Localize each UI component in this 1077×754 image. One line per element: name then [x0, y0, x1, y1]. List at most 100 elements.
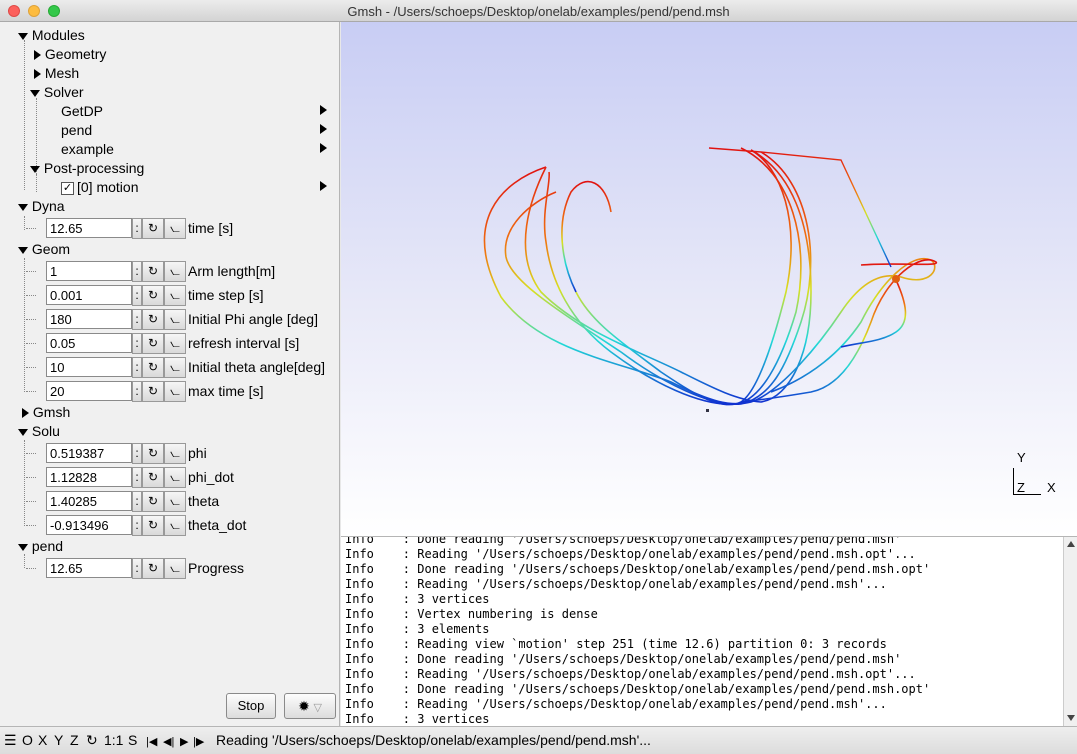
- collapsed-triangle-icon[interactable]: [34, 69, 41, 80]
- loop-icon[interactable]: ↻: [142, 491, 164, 512]
- loop-icon[interactable]: ↻: [142, 261, 164, 282]
- loop-icon[interactable]: ↻: [142, 443, 164, 464]
- graph-icon[interactable]: ⦦: [164, 261, 186, 282]
- view-x-button[interactable]: X: [38, 732, 47, 748]
- example-submenu-arrow-icon[interactable]: [320, 143, 327, 153]
- run-options-button[interactable]: ✹ ▽: [284, 693, 336, 719]
- scroll-down-icon[interactable]: [1067, 715, 1075, 721]
- expanded-triangle-icon[interactable]: [18, 32, 28, 40]
- param-menu-button[interactable]: :: [132, 261, 142, 282]
- param-value-input[interactable]: [46, 218, 132, 238]
- tree-label-getdp: GetDP: [61, 103, 104, 119]
- expanded-triangle-icon[interactable]: [18, 203, 28, 211]
- motion-visibility-checkbox[interactable]: ✓: [61, 181, 74, 195]
- collapsed-triangle-icon[interactable]: [34, 50, 41, 61]
- expanded-triangle-icon[interactable]: [30, 165, 40, 173]
- message-line: Info : Reading view `motion' step 251 (t…: [345, 637, 887, 651]
- graph-icon[interactable]: ⦦: [164, 558, 186, 579]
- tree-item-pend-solver[interactable]: pend: [61, 121, 92, 139]
- param-menu-button[interactable]: :: [132, 381, 142, 402]
- tree-item-example[interactable]: example: [61, 140, 114, 158]
- tree-item-gmsh[interactable]: Gmsh: [22, 403, 70, 421]
- param-value-input[interactable]: [46, 333, 132, 353]
- graph-icon[interactable]: ⦦: [164, 491, 186, 512]
- param-menu-button[interactable]: :: [132, 467, 142, 488]
- scale-one-button[interactable]: 1:1: [104, 732, 123, 748]
- expanded-triangle-icon[interactable]: [18, 543, 28, 551]
- view-y-button[interactable]: Y: [54, 732, 63, 748]
- graph-icon[interactable]: ⦦: [164, 309, 186, 330]
- graphics-viewport[interactable]: Y Z X: [341, 22, 1077, 536]
- loop-icon[interactable]: ↻: [142, 285, 164, 306]
- getdp-submenu-arrow-icon[interactable]: [320, 105, 327, 115]
- param-value-input[interactable]: [46, 381, 132, 401]
- graph-icon[interactable]: ⦦: [164, 357, 186, 378]
- graph-icon[interactable]: ⦦: [164, 467, 186, 488]
- param-value-input[interactable]: [46, 491, 132, 511]
- expanded-triangle-icon[interactable]: [18, 246, 28, 254]
- loop-icon[interactable]: ↻: [142, 333, 164, 354]
- view-origin-button[interactable]: O: [22, 732, 33, 748]
- param-menu-button[interactable]: :: [132, 515, 142, 536]
- loop-icon[interactable]: ↻: [142, 558, 164, 579]
- previous-step-icon[interactable]: ◀|: [163, 735, 174, 748]
- message-console[interactable]: Info : Done reading '/Users/schoeps/Desk…: [341, 536, 1077, 726]
- param-menu-button[interactable]: :: [132, 491, 142, 512]
- tree-item-modules[interactable]: Modules: [18, 26, 85, 44]
- loop-icon[interactable]: ↻: [142, 309, 164, 330]
- tree-item-postprocessing[interactable]: Post-processing: [30, 159, 144, 177]
- param-value-input[interactable]: [46, 443, 132, 463]
- loop-icon[interactable]: ↻: [142, 357, 164, 378]
- param-menu-button[interactable]: :: [132, 333, 142, 354]
- graph-icon[interactable]: ⦦: [164, 443, 186, 464]
- snap-button[interactable]: S: [128, 732, 137, 748]
- tree-item-solu[interactable]: Solu: [18, 422, 60, 440]
- expanded-triangle-icon[interactable]: [18, 428, 28, 436]
- param-value-input[interactable]: [46, 285, 132, 305]
- tree-item-getdp[interactable]: GetDP: [61, 102, 103, 120]
- loop-icon[interactable]: ↻: [142, 218, 164, 239]
- param-value-input[interactable]: [46, 467, 132, 487]
- next-step-icon[interactable]: |▶: [193, 735, 204, 748]
- tree-item-motion-view[interactable]: ✓ [0] motion: [61, 178, 138, 196]
- tree-item-dyna[interactable]: Dyna: [18, 197, 65, 215]
- tree-item-geometry[interactable]: Geometry: [34, 45, 106, 63]
- play-icon[interactable]: ▶: [180, 735, 188, 748]
- loop-icon[interactable]: ↻: [142, 515, 164, 536]
- graph-icon[interactable]: ⦦: [164, 515, 186, 536]
- first-step-icon[interactable]: |◀: [146, 735, 157, 748]
- tree-item-mesh[interactable]: Mesh: [34, 64, 79, 82]
- collapsed-triangle-icon[interactable]: [22, 408, 29, 419]
- graph-icon[interactable]: ⦦: [164, 285, 186, 306]
- tree-item-solver[interactable]: Solver: [30, 83, 84, 101]
- param-value-input[interactable]: [46, 357, 132, 377]
- param-value-input[interactable]: [46, 515, 132, 535]
- view-z-button[interactable]: Z: [70, 732, 79, 748]
- param-menu-button[interactable]: :: [132, 357, 142, 378]
- param-menu-button[interactable]: :: [132, 443, 142, 464]
- rotate-icon[interactable]: ↻: [86, 732, 98, 749]
- param-value-input[interactable]: [46, 261, 132, 281]
- param-menu-button[interactable]: :: [132, 558, 142, 579]
- graph-icon[interactable]: ⦦: [164, 381, 186, 402]
- tree-item-geom[interactable]: Geom: [18, 240, 70, 258]
- expanded-triangle-icon[interactable]: [30, 89, 40, 97]
- scroll-up-icon[interactable]: [1067, 541, 1075, 547]
- graph-icon[interactable]: ⦦: [164, 333, 186, 354]
- tree-item-pend[interactable]: pend: [18, 537, 63, 555]
- menu-icon[interactable]: ☰: [4, 732, 17, 749]
- param-value-input[interactable]: [46, 558, 132, 578]
- message-line: Info : 3 elements: [345, 622, 490, 636]
- stop-button[interactable]: Stop: [226, 693, 276, 719]
- param-menu-button[interactable]: :: [132, 218, 142, 239]
- param-menu-button[interactable]: :: [132, 309, 142, 330]
- motion-submenu-arrow-icon[interactable]: [320, 181, 327, 191]
- message-line: Info : Done reading '/Users/schoeps/Desk…: [345, 536, 902, 546]
- graph-icon[interactable]: ⦦: [164, 218, 186, 239]
- loop-icon[interactable]: ↻: [142, 467, 164, 488]
- param-value-input[interactable]: [46, 309, 132, 329]
- console-scrollbar[interactable]: [1063, 537, 1077, 726]
- pend-submenu-arrow-icon[interactable]: [320, 124, 327, 134]
- param-menu-button[interactable]: :: [132, 285, 142, 306]
- loop-icon[interactable]: ↻: [142, 381, 164, 402]
